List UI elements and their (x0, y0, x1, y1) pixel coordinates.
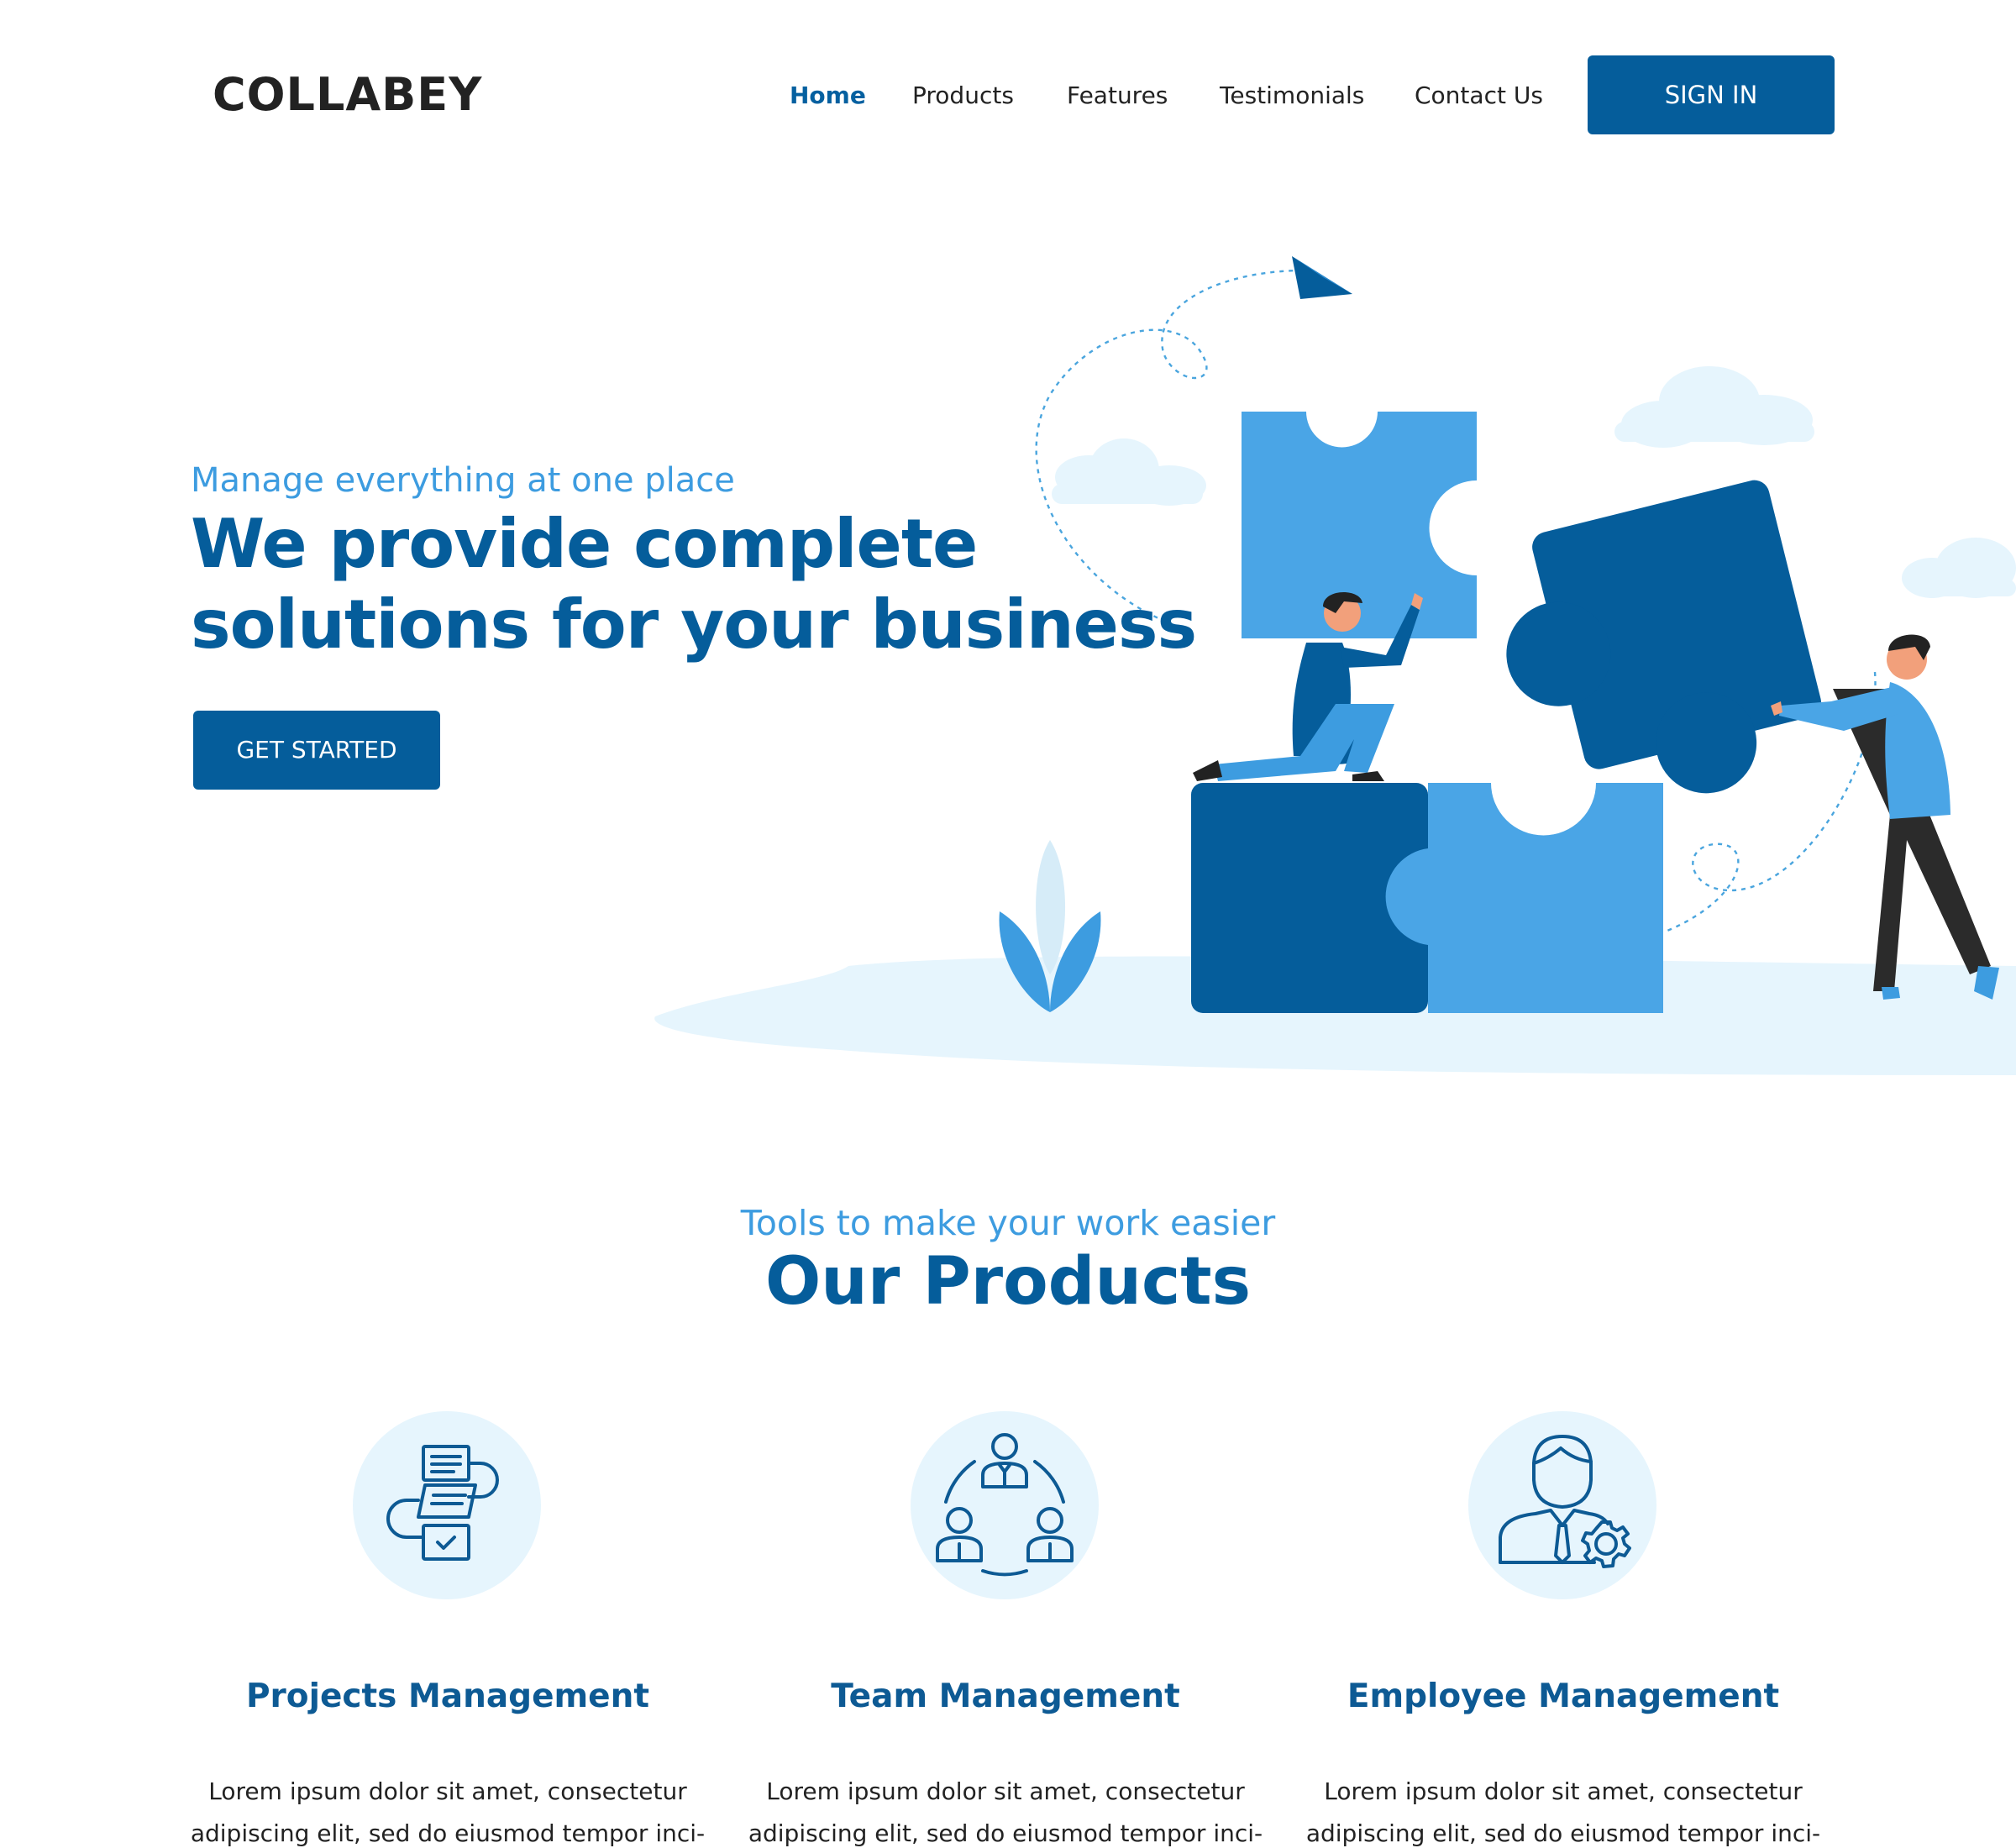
product-name: Team Management (831, 1677, 1180, 1715)
hero-title-line1: We provide complete (191, 505, 978, 583)
brand-logo[interactable]: COLLABEY (213, 67, 482, 123)
nav-home[interactable]: Home (790, 79, 866, 113)
nav-contact-us[interactable]: Contact Us (1415, 79, 1543, 113)
nav-testimonials[interactable]: Testimonials (1220, 79, 1364, 113)
product-description: Lorem ipsum dolor sit amet, consectetur … (1305, 1777, 1821, 1847)
products-eyebrow: Tools to make your work easier (740, 1203, 1276, 1243)
product-name: Employee Management (1347, 1677, 1780, 1715)
nav-products[interactable]: Products (912, 79, 1014, 113)
employee-gear-icon (1468, 1411, 1656, 1599)
product-description: Lorem ipsum dolor sit amet, consectetur … (190, 1777, 706, 1847)
hero-title-line2: solutions for your business (191, 585, 1197, 664)
product-card-team[interactable]: Team Management Lorem ipsum dolor sit am… (737, 1411, 1274, 1848)
workflow-icon (353, 1411, 541, 1599)
product-description: Lorem ipsum dolor sit amet, consectetur … (748, 1777, 1263, 1847)
sign-in-button[interactable]: SIGN IN (1588, 55, 1835, 134)
hero-eyebrow: Manage everything at one place (191, 461, 735, 500)
get-started-button[interactable]: GET STARTED (193, 711, 440, 790)
products-title: Our Products (765, 1244, 1251, 1320)
team-icon (911, 1411, 1099, 1599)
product-name: Projects Management (245, 1677, 650, 1715)
hero-title: We provide complete solutions for your b… (191, 504, 1197, 665)
product-card-employee[interactable]: Employee Management Lorem ipsum dolor si… (1294, 1411, 1832, 1848)
nav-features[interactable]: Features (1067, 79, 1168, 113)
landing-page: COLLABEY Home Products Features Testimon… (0, 0, 2016, 1848)
product-card-projects[interactable]: Projects Management Lorem ipsum dolor si… (179, 1411, 717, 1848)
